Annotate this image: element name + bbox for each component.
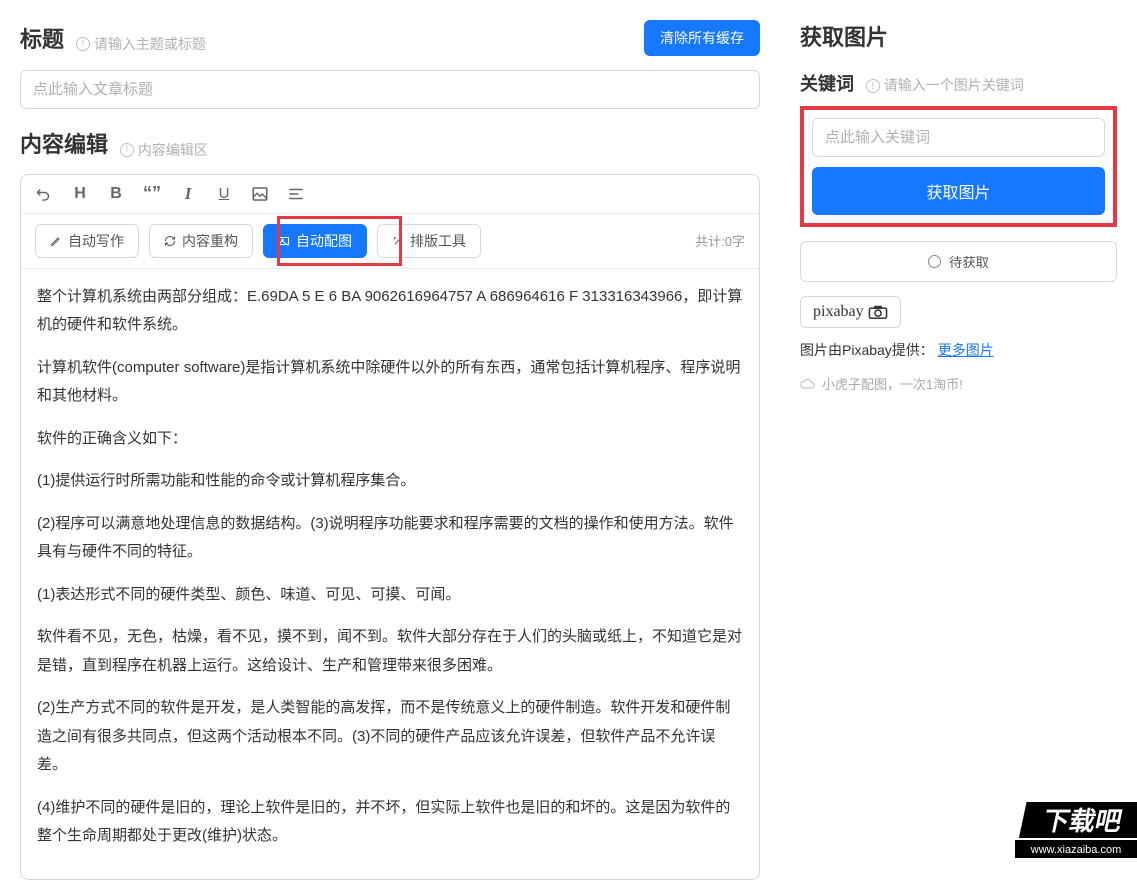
- italic-icon[interactable]: I: [179, 185, 197, 203]
- circle-icon: [928, 255, 941, 268]
- refresh-icon: [164, 235, 176, 247]
- paragraph: (1)提供运行时所需功能和性能的命令或计算机程序集合。: [37, 467, 743, 496]
- content-section-header: 内容编辑 ! 内容编辑区: [20, 127, 760, 160]
- format-toolbar: H B “” I U: [21, 175, 759, 214]
- content-restructure-button[interactable]: 内容重构: [149, 224, 253, 258]
- pencil-icon: [50, 235, 62, 247]
- undo-icon[interactable]: [35, 185, 53, 203]
- photo-icon: [278, 235, 290, 247]
- quote-icon[interactable]: “”: [143, 185, 161, 203]
- keyword-input[interactable]: [812, 118, 1105, 157]
- bold-icon[interactable]: B: [107, 185, 125, 203]
- content-edit-label: 内容编辑: [20, 132, 108, 157]
- footer-note: 小虎子配图，一次1淘币!: [800, 374, 1117, 393]
- keyword-hint: ! 请输入一个图片关键词: [866, 77, 1024, 93]
- paragraph: (4)维护不同的硬件是旧的，理论上软件是旧的，并不坏，但实际上软件也是旧的和坏的…: [37, 794, 743, 851]
- pending-button[interactable]: 待获取: [800, 241, 1117, 282]
- more-images-link[interactable]: 更多图片: [938, 342, 994, 358]
- get-image-title: 获取图片: [800, 20, 1117, 52]
- editor-container: H B “” I U 自动写作 内容重构: [20, 174, 760, 880]
- info-icon: !: [76, 37, 90, 51]
- title-label-group: 标题 ! 请输入主题或标题: [20, 22, 206, 55]
- info-icon: !: [866, 79, 880, 93]
- sidebar: 获取图片 关键词 ! 请输入一个图片关键词 获取图片 待获取 pixabay 图…: [780, 0, 1137, 860]
- svg-text:www.xiazaiba.com: www.xiazaiba.com: [1030, 844, 1121, 856]
- paragraph: (1)表达形式不同的硬件类型、颜色、味道、可见、可摸、可闻。: [37, 581, 743, 610]
- content-label-group: 内容编辑 ! 内容编辑区: [20, 127, 208, 160]
- auto-write-button[interactable]: 自动写作: [35, 224, 139, 258]
- title-hint: ! 请输入主题或标题: [76, 34, 206, 54]
- paragraph: (2)程序可以满意地处理信息的数据结构。(3)说明程序功能要求和程序需要的文档的…: [37, 510, 743, 567]
- auto-image-button[interactable]: 自动配图: [263, 224, 367, 258]
- layout-tool-button[interactable]: 排版工具: [377, 224, 481, 258]
- title-section-header: 标题 ! 请输入主题或标题 清除所有缓存: [20, 20, 760, 56]
- article-title-input[interactable]: [20, 70, 760, 109]
- cloud-icon: [800, 378, 816, 390]
- watermark: 下载吧 www.xiazaiba.com: [997, 800, 1137, 860]
- action-toolbar: 自动写作 内容重构 自动配图 排版工具 共计:0字: [21, 214, 759, 269]
- heading-icon[interactable]: H: [71, 185, 89, 203]
- paragraph: 软件看不见，无色，枯燥，看不见，摸不到，闻不到。软件大部分存在于人们的头脑或纸上…: [37, 623, 743, 680]
- wand-icon: [392, 235, 404, 247]
- paragraph: 整个计算机系统由两部分组成：E.69DA 5 E 6 BA 9062616964…: [37, 283, 743, 340]
- info-icon: !: [120, 143, 134, 157]
- paragraph: 软件的正确含义如下：: [37, 425, 743, 454]
- svg-text:下载吧: 下载吧: [1040, 807, 1124, 836]
- underline-icon[interactable]: U: [215, 185, 233, 203]
- keyword-label-row: 关键词 ! 请输入一个图片关键词: [800, 70, 1117, 96]
- title-label: 标题: [20, 27, 64, 52]
- clear-cache-button[interactable]: 清除所有缓存: [644, 20, 760, 56]
- image-icon[interactable]: [251, 185, 269, 203]
- word-count: 共计:0字: [695, 231, 745, 250]
- pixabay-logo-text: pixabay: [813, 303, 864, 321]
- pixabay-badge: pixabay: [800, 296, 901, 328]
- align-left-icon[interactable]: [287, 185, 305, 203]
- highlight-annotation-sidebar: 获取图片: [800, 106, 1117, 227]
- paragraph: 计算机软件(computer software)是指计算机系统中除硬件以外的所有…: [37, 354, 743, 411]
- main-column: 标题 ! 请输入主题或标题 清除所有缓存 内容编辑 ! 内容编辑区: [0, 0, 780, 860]
- keyword-label: 关键词: [800, 74, 854, 94]
- paragraph: (2)生产方式不同的软件是开发，是人类智能的高发挥，而不是传统意义上的硬件制造。…: [37, 694, 743, 780]
- camera-icon: [868, 305, 888, 319]
- get-image-button[interactable]: 获取图片: [812, 167, 1105, 215]
- image-source-note: 图片由Pixabay提供： 更多图片: [800, 340, 1117, 360]
- content-hint: ! 内容编辑区: [120, 140, 208, 160]
- content-editor[interactable]: 整个计算机系统由两部分组成：E.69DA 5 E 6 BA 9062616964…: [21, 269, 759, 879]
